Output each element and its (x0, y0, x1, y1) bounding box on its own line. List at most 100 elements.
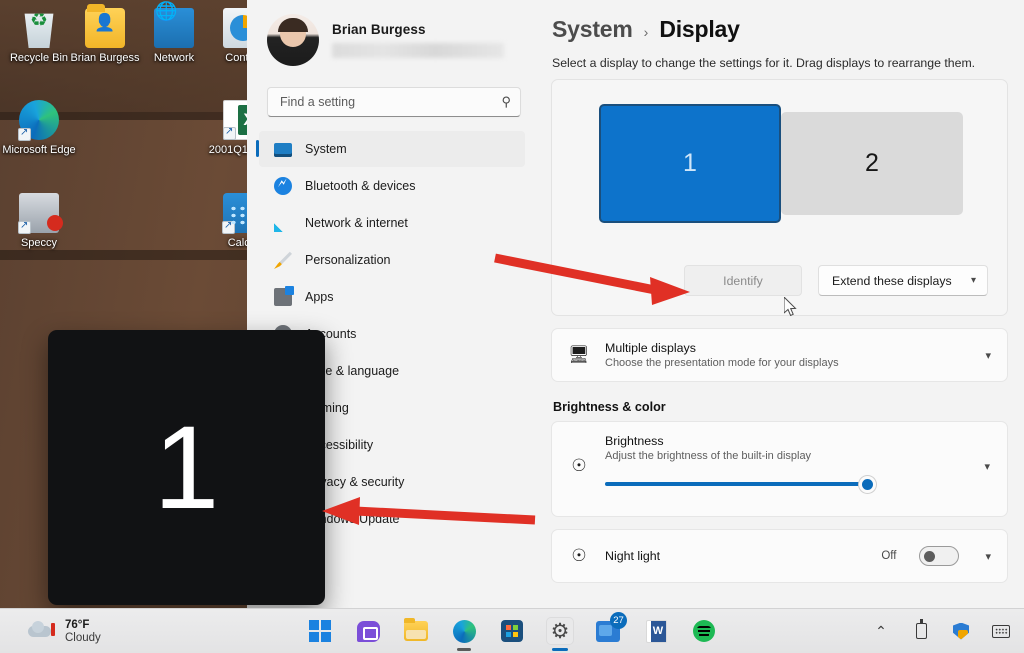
night-light-icon: ☉ (571, 546, 587, 565)
taskbar-word-button[interactable] (643, 618, 669, 644)
settings-window: Brian Burgess ⚲ System Bluetooth & devic… (247, 0, 1024, 615)
usb-icon[interactable] (912, 619, 930, 640)
mouse-cursor (784, 297, 797, 317)
monitor-number: 1 (683, 149, 697, 177)
desktop-icon-label: Microsoft Edge (2, 144, 76, 156)
sidebar-item-label: Network & internet (305, 216, 408, 230)
word-icon (645, 619, 667, 643)
brightness-title: Brightness (605, 434, 664, 448)
brightness-text: Brightness Adjust the brightness of the … (605, 434, 991, 493)
chevron-down-icon[interactable]: ▾ (985, 550, 991, 563)
search-box[interactable]: ⚲ (267, 87, 521, 117)
taskbar-start-button[interactable] (307, 618, 333, 644)
section-heading-brightness-color: Brightness & color (553, 400, 666, 414)
sidebar-item-personalization[interactable]: Personalization (259, 242, 525, 278)
desktop-icon-label: Network (153, 52, 195, 64)
taskbar-settings-button[interactable]: ⚙ (547, 618, 573, 651)
sidebar-item-apps[interactable]: Apps (259, 279, 525, 315)
multiple-displays-title: Multiple displays (605, 341, 696, 355)
search-icon: ⚲ (501, 94, 511, 109)
shortcut-arrow-icon (222, 219, 235, 234)
desktop-icon-brian-burgess[interactable]: Brian Burgess (66, 4, 144, 65)
sidebar-item-label: System (305, 142, 347, 156)
speccy-icon (18, 193, 63, 234)
taskbar-edge-button[interactable] (451, 618, 477, 651)
sidebar-item-label: Bluetooth & devices (305, 179, 416, 193)
chevron-down-icon[interactable]: ▾ (984, 460, 990, 473)
night-light-text: Night light (605, 549, 867, 563)
monitor-number: 2 (865, 149, 879, 177)
desktop-icon-speccy[interactable]: Speccy (0, 193, 78, 250)
taskbar-file-explorer-button[interactable] (403, 618, 429, 644)
night-light-title: Night light (605, 549, 661, 563)
multiple-displays-subtitle: Choose the presentation mode for your di… (605, 357, 839, 369)
desktop-icon-network[interactable]: Network (135, 5, 213, 65)
multiple-displays-text: Multiple displays Choose the presentatio… (605, 341, 971, 369)
brightness-subtitle: Adjust the brightness of the built-in di… (605, 450, 812, 462)
chevron-down-icon: ▾ (970, 275, 976, 286)
desktop-icon-label: Speccy (20, 237, 58, 249)
night-light-toggle[interactable] (919, 546, 960, 566)
brightness-slider[interactable] (605, 475, 876, 493)
breadcrumb: System › Display (551, 10, 1008, 43)
brightness-icon: ☉ (571, 456, 587, 475)
sidebar-item-system[interactable]: System (256, 131, 525, 167)
page-subtitle: Select a display to change the settings … (552, 56, 976, 70)
windows-start-icon (309, 620, 331, 642)
taskbar-chat-button[interactable] (355, 618, 381, 644)
multiple-displays-row[interactable]: 🖥 Multiple displays Choose the presentat… (551, 328, 1008, 382)
spotify-icon (693, 620, 715, 642)
bluetooth-icon (274, 175, 292, 195)
taskbar-mail-button[interactable]: 27 (595, 612, 627, 644)
brightness-slider-thumb[interactable] (859, 476, 876, 493)
identify-display-overlay: 1 (48, 330, 325, 605)
chevron-down-icon[interactable]: ▾ (985, 349, 991, 362)
taskbar: 76°F Cloudy ⚙ 27 W ⌃ (0, 608, 1024, 653)
settings-main-pane: System › Display Select a display to cha… (537, 0, 1024, 615)
system-tray: ⌃ (872, 619, 1010, 640)
profile-text: Brian Burgess (332, 22, 521, 58)
store-icon (501, 620, 523, 642)
display-mode-select[interactable]: Extend these displays ▾ (818, 265, 988, 296)
identify-button[interactable]: Identify (684, 265, 802, 296)
desktop-icon-microsoft-edge[interactable]: Microsoft Edge (0, 100, 78, 157)
monitor-preview-1[interactable]: 1 (599, 104, 781, 223)
night-light-row[interactable]: ☉ Night light Off ▾ (551, 529, 1008, 583)
identify-button-label: Identify (723, 273, 763, 288)
display-arrangement-panel[interactable]: 1 2 Identify Extend these displays ▾ (551, 79, 1008, 316)
keyboard-icon[interactable] (992, 622, 1010, 640)
monitor-previews: 1 2 (599, 104, 963, 223)
display-mode-value: Extend these displays (832, 273, 952, 288)
chat-icon (356, 620, 380, 642)
gear-icon: ⚙ (550, 619, 570, 643)
avatar (267, 14, 319, 66)
apps-icon (274, 286, 294, 306)
breadcrumb-system[interactable]: System (552, 16, 633, 43)
brightness-row[interactable]: ☉ Brightness Adjust the brightness of th… (551, 421, 1008, 517)
sidebar-item-label: Personalization (305, 253, 391, 267)
multiple-displays-icon: 🖥 (568, 345, 590, 364)
shortcut-arrow-icon (18, 219, 31, 234)
monitor-preview-2[interactable]: 2 (781, 112, 963, 215)
sidebar-item-network-internet[interactable]: Network & internet (259, 205, 525, 241)
taskbar-running-indicator (457, 648, 471, 651)
brightness-slider-track (605, 482, 873, 486)
taskbar-microsoft-store-button[interactable] (499, 618, 525, 644)
network-icon (154, 5, 194, 48)
taskbar-spotify-button[interactable] (691, 618, 717, 644)
mail-badge-count: 27 (610, 612, 627, 629)
breadcrumb-separator: › (643, 24, 649, 40)
edge-icon (18, 100, 59, 141)
folder-icon (404, 618, 428, 641)
page-title: Display (659, 16, 740, 42)
taskbar-active-indicator (552, 648, 568, 651)
profile-name: Brian Burgess (332, 22, 426, 37)
wifi-icon (274, 217, 292, 232)
user-profile[interactable]: Brian Burgess (255, 0, 529, 76)
shield-icon[interactable] (952, 622, 970, 640)
chevron-up-icon[interactable]: ⌃ (872, 622, 890, 640)
user-folder-icon (85, 4, 125, 48)
sidebar-item-bluetooth-devices[interactable]: Bluetooth & devices (259, 168, 525, 204)
search-input[interactable] (280, 95, 502, 109)
recycle-bin-icon (24, 13, 54, 48)
